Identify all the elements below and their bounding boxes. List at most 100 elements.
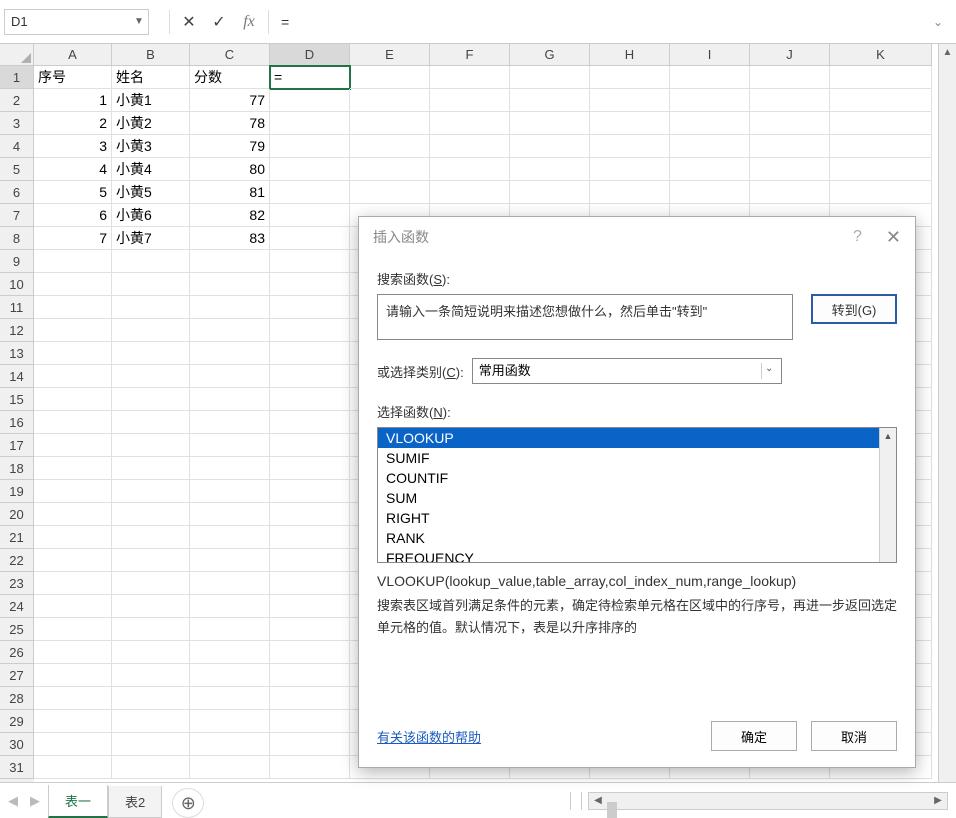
cell[interactable] [270, 756, 350, 779]
cell[interactable] [590, 135, 670, 158]
cell[interactable] [270, 457, 350, 480]
close-icon[interactable]: ✕ [886, 227, 901, 248]
row-header[interactable]: 21 [0, 526, 34, 549]
cell[interactable] [350, 158, 430, 181]
cell[interactable] [190, 319, 270, 342]
cell[interactable] [34, 434, 112, 457]
sheet-nav-prev-icon[interactable]: ◀ [8, 793, 18, 809]
cell[interactable] [270, 733, 350, 756]
new-sheet-button[interactable]: ⊕ [172, 788, 204, 818]
cell[interactable] [34, 664, 112, 687]
help-icon[interactable]: ? [853, 228, 862, 246]
vertical-scrollbar[interactable]: ▲ [938, 44, 956, 782]
cell[interactable] [510, 89, 590, 112]
cell[interactable] [270, 342, 350, 365]
cell[interactable] [34, 549, 112, 572]
cell[interactable] [270, 158, 350, 181]
col-header-A[interactable]: A [34, 44, 112, 66]
cell[interactable]: 77 [190, 89, 270, 112]
cell[interactable] [34, 503, 112, 526]
row-header[interactable]: 29 [0, 710, 34, 733]
row-header[interactable]: 22 [0, 549, 34, 572]
listbox-scrollbar[interactable]: ▲ [879, 428, 896, 562]
cell[interactable] [270, 89, 350, 112]
function-listbox[interactable]: VLOOKUPSUMIFCOUNTIFSUMRIGHTRANKFREQUENCY… [377, 427, 897, 563]
cell[interactable] [750, 135, 830, 158]
hscroll-thumb[interactable] [607, 802, 617, 818]
cell[interactable] [590, 158, 670, 181]
cell[interactable] [112, 687, 190, 710]
cell[interactable] [34, 365, 112, 388]
cell[interactable] [270, 618, 350, 641]
cell[interactable] [670, 181, 750, 204]
row-header[interactable]: 5 [0, 158, 34, 181]
cell[interactable] [590, 181, 670, 204]
category-select[interactable]: 常用函数 ⌄ [472, 358, 782, 384]
cell[interactable] [270, 572, 350, 595]
cell[interactable]: 6 [34, 204, 112, 227]
cell[interactable] [190, 595, 270, 618]
cell[interactable] [270, 112, 350, 135]
row-header[interactable]: 26 [0, 641, 34, 664]
cell[interactable] [270, 480, 350, 503]
cell[interactable] [190, 618, 270, 641]
cell[interactable] [112, 572, 190, 595]
row-header[interactable]: 7 [0, 204, 34, 227]
cell[interactable] [510, 112, 590, 135]
cell[interactable] [190, 434, 270, 457]
cell[interactable] [670, 66, 750, 89]
cell[interactable] [750, 158, 830, 181]
cell[interactable] [34, 733, 112, 756]
dialog-titlebar[interactable]: 插入函数 ? ✕ [359, 217, 915, 257]
cell[interactable] [350, 112, 430, 135]
cell[interactable] [112, 664, 190, 687]
cell[interactable] [112, 365, 190, 388]
cancel-button[interactable]: 取消 [811, 721, 897, 751]
cell[interactable] [112, 710, 190, 733]
cell[interactable] [750, 89, 830, 112]
col-header-G[interactable]: G [510, 44, 590, 66]
cell[interactable]: 1 [34, 89, 112, 112]
cell[interactable]: 姓名 [112, 66, 190, 89]
row-header[interactable]: 13 [0, 342, 34, 365]
expand-formula-icon[interactable]: ⌄ [928, 15, 948, 29]
function-list-item[interactable]: SUM [378, 488, 896, 508]
cell[interactable] [270, 503, 350, 526]
cell[interactable] [112, 342, 190, 365]
sheet-nav-next-icon[interactable]: ▶ [30, 793, 40, 809]
cell[interactable] [270, 204, 350, 227]
sheet-tab-active[interactable]: 表一 [48, 785, 108, 818]
cell[interactable] [350, 66, 430, 89]
scroll-left-icon[interactable]: ◀ [589, 795, 607, 806]
cell[interactable] [190, 388, 270, 411]
cell[interactable] [590, 66, 670, 89]
cell[interactable] [190, 572, 270, 595]
cell[interactable] [112, 480, 190, 503]
row-header[interactable]: 15 [0, 388, 34, 411]
cell[interactable] [270, 434, 350, 457]
cell[interactable] [270, 135, 350, 158]
function-list-item[interactable]: SUMIF [378, 448, 896, 468]
cell[interactable] [270, 365, 350, 388]
function-list-item[interactable]: COUNTIF [378, 468, 896, 488]
cell[interactable] [750, 181, 830, 204]
fx-button[interactable]: fx [234, 9, 264, 35]
cell[interactable]: 7 [34, 227, 112, 250]
cell[interactable] [112, 434, 190, 457]
cell[interactable] [34, 273, 112, 296]
cell[interactable] [350, 181, 430, 204]
row-header[interactable]: 8 [0, 227, 34, 250]
cell[interactable] [830, 135, 932, 158]
cell[interactable] [112, 388, 190, 411]
cell[interactable] [112, 733, 190, 756]
row-header[interactable]: 19 [0, 480, 34, 503]
cell[interactable] [670, 135, 750, 158]
cell[interactable] [190, 503, 270, 526]
cell[interactable] [190, 365, 270, 388]
row-header[interactable]: 24 [0, 595, 34, 618]
cell[interactable] [190, 296, 270, 319]
col-header-D[interactable]: D [270, 44, 350, 66]
cell[interactable] [34, 319, 112, 342]
cell[interactable]: 序号 [34, 66, 112, 89]
cell[interactable] [190, 273, 270, 296]
